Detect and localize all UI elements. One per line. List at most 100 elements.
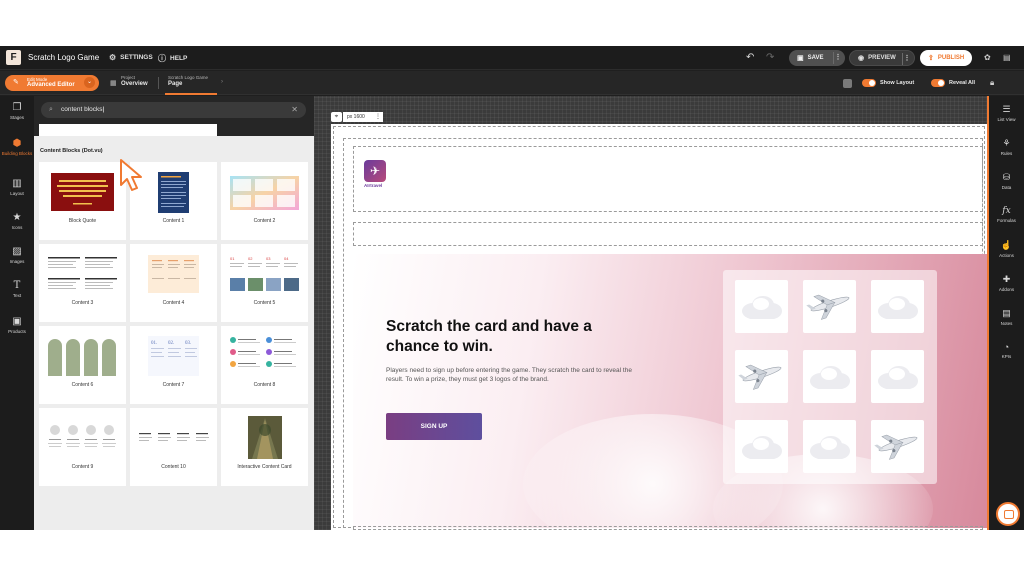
editor-canvas[interactable]: ⌖ px 1600 ⋮ ✈ AIrtravel Scratch the card… <box>314 96 987 530</box>
select-tool-icon[interactable]: ⌖ <box>331 112 342 122</box>
rail-item-building-blocks[interactable]: ⬢ Building Blocks <box>0 138 34 156</box>
block-card-content-10[interactable]: Content 10 <box>130 408 217 486</box>
edit-mode-selector[interactable]: ✎ Edit Mode Advanced Editor ⌄ <box>5 75 99 91</box>
breadcrumb-page[interactable]: Scratch Logo Game Page <box>168 75 208 87</box>
rail-item-rules[interactable]: ⚘ Rules <box>989 138 1024 156</box>
active-breadcrumb-indicator <box>165 93 217 95</box>
block-card-label: Content 2 <box>253 218 276 224</box>
rail-label: Rules <box>1000 151 1013 156</box>
rail-item-images[interactable]: ▨ Images <box>0 246 34 264</box>
block-card-interactive-content-card[interactable]: Interactive Content Card <box>221 408 308 486</box>
scratch-tile-cloud[interactable] <box>803 420 856 473</box>
actions-icon: ☝ <box>1000 240 1013 250</box>
lock-icon[interactable]: 🔒︎ <box>990 78 994 88</box>
chevron-down-icon[interactable]: ⌄ <box>84 77 95 88</box>
rail-item-icons[interactable]: ★ Icons <box>0 212 34 230</box>
content-6-thumbnail <box>48 339 116 376</box>
palette-icon[interactable]: ✿ <box>984 53 991 62</box>
reveal-all-label: Reveal All <box>949 80 976 86</box>
rail-label: Data <box>1001 185 1012 190</box>
editor-window: F Scratch Logo Game ⚙ SETTINGS ⓘ HELP ↶ … <box>0 46 1024 530</box>
device-toggle[interactable] <box>843 79 852 88</box>
block-card-content-9[interactable]: Content 9 <box>39 408 126 486</box>
scratch-tile-plane[interactable] <box>871 420 924 473</box>
settings-button[interactable]: ⚙ SETTINGS <box>109 53 153 62</box>
scratch-tile-plane[interactable] <box>803 280 856 333</box>
edit-mode-icon: ✎ <box>13 79 19 86</box>
eye-icon: ◉ <box>858 55 865 62</box>
block-card-label: Content 4 <box>162 300 185 306</box>
rail-item-actions[interactable]: ☝ Actions <box>989 240 1024 258</box>
undo-icon[interactable]: ↶ <box>746 52 754 63</box>
image-icon: ▨ <box>12 246 22 257</box>
app-logo[interactable]: F <box>6 50 21 65</box>
cloud-icon <box>810 366 850 389</box>
chat-support-icon[interactable] <box>996 502 1020 526</box>
scratch-tile-cloud[interactable] <box>735 280 788 333</box>
left-tool-rail: ❐ Stages ⬢ Building Blocks ▥ Layout ★ Ic… <box>0 96 34 530</box>
search-input[interactable]: ⌕ content blocks| ✕ <box>41 102 306 118</box>
scratch-tile-cloud[interactable] <box>735 420 788 473</box>
cloud-icon <box>810 436 850 459</box>
block-card-content-8[interactable]: Content 8 <box>221 326 308 404</box>
publish-icon: ⇪ <box>928 55 934 62</box>
rail-item-notes[interactable]: ▤ Notes <box>989 308 1024 326</box>
publish-button[interactable]: ⇪ PUBLISH <box>920 50 972 66</box>
rail-item-products[interactable]: ▣ Products <box>0 316 34 334</box>
mode-bar: ✎ Edit Mode Advanced Editor ⌄ ▦ Project … <box>0 71 1024 95</box>
text-icon: T <box>13 280 21 291</box>
scratch-tile-cloud[interactable] <box>803 350 856 403</box>
rail-item-data[interactable]: ⛁ Data <box>989 172 1024 190</box>
panel-search-area: ⌕ content blocks| ✕ <box>34 96 314 136</box>
project-title[interactable]: Scratch Logo Game <box>28 53 99 62</box>
block-card-label: Content 7 <box>162 382 185 388</box>
rail-item-formulas[interactable]: fx Formulas <box>989 206 1024 223</box>
rail-item-layout[interactable]: ▥ Layout <box>0 178 34 196</box>
building-blocks-icon: ⬢ <box>12 138 22 149</box>
canvas-options-icon[interactable]: ⋮ <box>375 113 381 120</box>
save-button[interactable]: ▣ SAVE ⋮ <box>789 50 845 66</box>
content-2-thumbnail <box>230 176 299 210</box>
block-card-block-quote[interactable]: Block Quote <box>39 162 126 240</box>
block-card-content-3[interactable]: Content 3 <box>39 244 126 322</box>
chevron-right-icon[interactable]: › <box>221 79 223 85</box>
block-card-content-5[interactable]: 01 02 03 04 Content 5 <box>221 244 308 322</box>
breadcrumb-overview[interactable]: Project Overview <box>121 75 148 87</box>
rail-item-kpis[interactable]: ◔ KPIs <box>989 342 1024 359</box>
reveal-all-toggle[interactable] <box>931 79 945 87</box>
scratch-tile-cloud[interactable] <box>871 350 924 403</box>
block-card-content-2[interactable]: Content 2 <box>221 162 308 240</box>
block-card-label: Content 10 <box>161 464 186 470</box>
spacer-section-outline <box>353 222 983 246</box>
scratch-tile-cloud[interactable] <box>871 280 924 333</box>
rail-item-list-view[interactable]: ☰ List View <box>989 104 1024 122</box>
clear-search-icon[interactable]: ✕ <box>291 102 298 118</box>
save-menu-icon[interactable]: ⋮ <box>833 52 842 64</box>
rail-label: Icons <box>11 225 23 230</box>
block-card-content-7[interactable]: 01. 02. 03. Content 7 <box>130 326 217 404</box>
block-card-content-6[interactable]: Content 6 <box>39 326 126 404</box>
block-card-label: Content 6 <box>71 382 94 388</box>
breadcrumb-page-caption: Scratch Logo Game <box>168 75 209 80</box>
page-preview[interactable]: ✈ AIrtravel Scratch the card and have a … <box>331 124 987 530</box>
block-quote-thumbnail <box>51 173 114 211</box>
preview-button[interactable]: ◉ PREVIEW ⋮ <box>849 50 915 66</box>
rail-item-addons[interactable]: ✚ Addons <box>989 274 1024 292</box>
rail-item-stages[interactable]: ❐ Stages <box>0 102 34 120</box>
sign-up-button[interactable]: SIGN UP <box>386 413 482 440</box>
search-icon: ⌕ <box>49 106 53 113</box>
stages-icon: ❐ <box>12 102 22 113</box>
help-button[interactable]: ⓘ HELP <box>158 53 187 64</box>
cloud-icon <box>878 366 918 389</box>
settings-label: SETTINGS <box>120 54 153 61</box>
rail-label: Addons <box>998 287 1015 292</box>
more-apps-icon[interactable]: ▤ <box>1003 53 1011 62</box>
redo-icon[interactable]: ↷ <box>766 52 774 63</box>
content-7-thumbnail: 01. 02. 03. <box>148 336 199 376</box>
rail-item-text[interactable]: T Text <box>0 280 34 298</box>
brand-logo[interactable]: ✈ <box>364 160 386 182</box>
block-card-content-4[interactable]: Content 4 <box>130 244 217 322</box>
preview-menu-icon[interactable]: ⋮ <box>902 53 911 65</box>
show-layout-toggle[interactable] <box>862 79 876 87</box>
scratch-tile-plane[interactable] <box>735 350 788 403</box>
